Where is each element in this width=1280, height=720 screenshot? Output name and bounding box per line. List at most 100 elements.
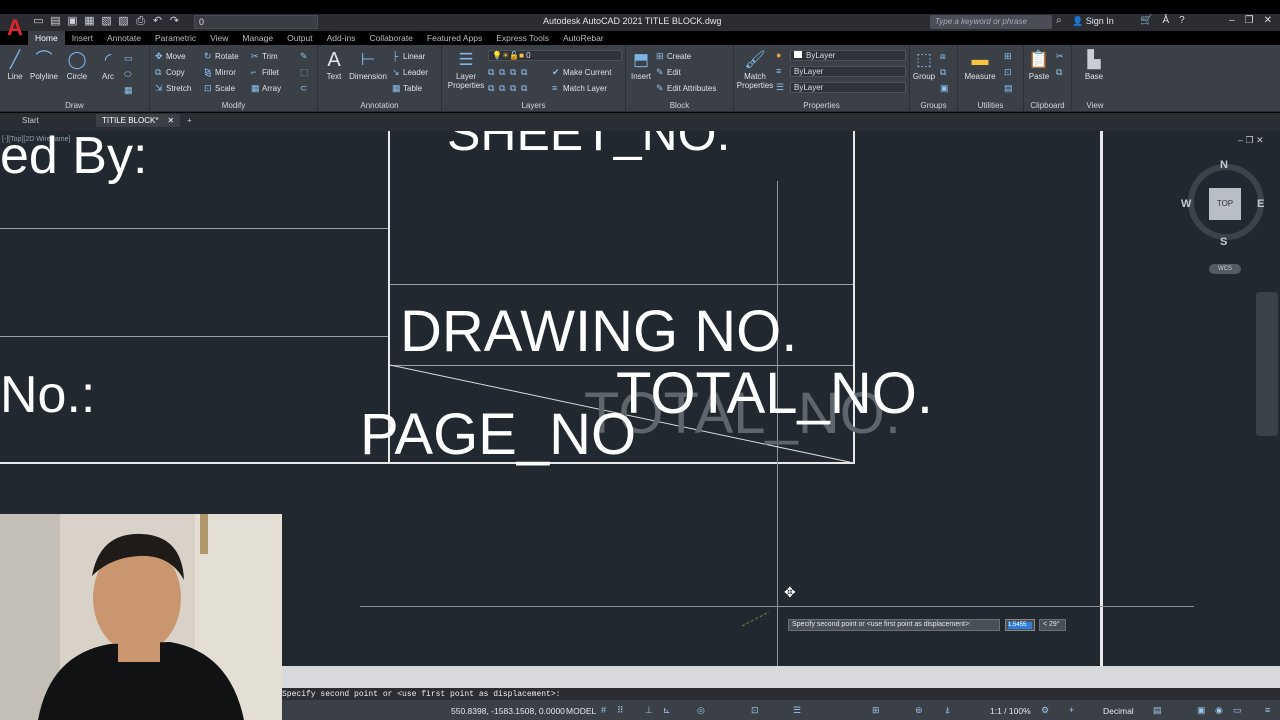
leader-tool[interactable]: ↘ Leader (392, 67, 428, 78)
hardware-acceleration-icon[interactable]: ◉ (1215, 705, 1223, 716)
groups-panel-title[interactable]: Groups (910, 101, 957, 110)
wcs-dropdown[interactable]: WCS (1209, 264, 1241, 274)
quick-properties-icon[interactable]: ▤ (1153, 705, 1162, 716)
viewcube-west[interactable]: W (1181, 198, 1191, 210)
restore-icon[interactable]: ❐ (1245, 15, 1254, 26)
snap-icon[interactable]: ⠿ (617, 705, 624, 716)
base-view-tool[interactable]: ▙ Base (1078, 50, 1110, 81)
modify-panel-title[interactable]: Modify (150, 101, 317, 110)
offset-icon[interactable]: ⊂ (300, 83, 311, 94)
circle-tool[interactable]: ◯ Circle (64, 50, 90, 81)
annotation-panel-title[interactable]: Annotation (318, 101, 441, 110)
save-as-icon[interactable]: ▦ (83, 15, 96, 28)
plot-icon[interactable]: ⎙ (134, 15, 147, 28)
qat-layer-dropdown[interactable]: 0 (194, 15, 318, 29)
search-icon[interactable]: ⌕ (1056, 15, 1062, 26)
dynamic-input-distance[interactable]: 1.5455 (1005, 619, 1035, 631)
copy-clip-icon[interactable]: ⧉ (1056, 67, 1067, 78)
explode-icon[interactable]: ⬚ (300, 67, 311, 78)
save-icon[interactable]: ▣ (66, 15, 79, 28)
tab-autorebar[interactable]: AutoRebar (556, 31, 611, 45)
clipboard-panel-title[interactable]: Clipboard (1024, 101, 1071, 110)
start-tab[interactable]: Start (22, 116, 39, 125)
tab-express-tools[interactable]: Express Tools (489, 31, 556, 45)
linetype-dropdown[interactable]: ByLayer (790, 66, 906, 77)
close-icon[interactable]: ✕ (1264, 15, 1272, 26)
array-tool[interactable]: ▦ Array (251, 83, 281, 94)
new-tab-button[interactable]: + (187, 116, 192, 125)
tab-output[interactable]: Output (280, 31, 320, 45)
text-tool[interactable]: A Text (322, 50, 346, 81)
search-input[interactable]: Type a keyword or phrase (930, 15, 1052, 29)
workspace-gear-icon[interactable]: ⚙ (1041, 705, 1049, 716)
tab-view[interactable]: View (203, 31, 235, 45)
tab-collaborate[interactable]: Collaborate (362, 31, 419, 45)
command-line-text[interactable]: Specify second point or <use first point… (282, 690, 560, 699)
stretch-tool[interactable]: ⇲ Stretch (155, 83, 191, 94)
selection-cycling-icon[interactable]: ⊚ (915, 705, 923, 716)
move-tool[interactable]: ✥ Move (155, 51, 186, 62)
tab-parametric[interactable]: Parametric (148, 31, 203, 45)
erase-icon[interactable]: ✎ (300, 51, 311, 62)
layer-tools-row1[interactable]: ⧉ ⧉ ⧉ ⧉ (488, 67, 532, 78)
dynamic-input-angle[interactable]: < 29° (1039, 619, 1066, 631)
paste-tool[interactable]: 📋 Paste (1026, 50, 1052, 81)
status-coordinates[interactable]: 550.8398, -1583.1508, 0.0000 (451, 706, 565, 716)
edit-block-tool[interactable]: ✎ Edit (656, 67, 681, 78)
viewport-window-controls[interactable]: ‒ ❐ ✕ (1238, 135, 1264, 146)
ungroup-icon[interactable]: ⧈ (940, 51, 951, 62)
group-select-icon[interactable]: ▣ (940, 83, 951, 94)
redo-icon[interactable]: ↷ (168, 15, 181, 28)
isodraft-icon[interactable]: ◎ (697, 705, 705, 716)
trim-tool[interactable]: ✂ Trim (251, 51, 278, 62)
viewcube-north[interactable]: N (1220, 159, 1228, 171)
make-current-tool[interactable]: ✔ Make Current (552, 67, 611, 78)
color-dropdown[interactable]: ByLayer (790, 50, 906, 61)
group-edit-icon[interactable]: ⧉ (940, 67, 951, 78)
clean-screen-icon[interactable]: ▭ (1233, 705, 1242, 716)
tab-featured-apps[interactable]: Featured Apps (420, 31, 489, 45)
utilities-panel-title[interactable]: Utilities (958, 101, 1023, 110)
ellipse-icon[interactable]: ⬭ (124, 69, 135, 80)
insert-tool[interactable]: ⬒ Insert (628, 50, 654, 81)
block-panel-title[interactable]: Block (626, 101, 733, 110)
close-tab-icon[interactable]: ✕ (167, 116, 174, 125)
annotation-scale-value[interactable]: 1:1 / 100% (990, 706, 1031, 716)
ortho-icon[interactable]: ⊥ (645, 705, 653, 716)
help-icon[interactable]: ? (1179, 15, 1185, 26)
measure-tool[interactable]: ▬ Measure (962, 50, 998, 81)
fillet-tool[interactable]: ⌐ Fillet (251, 67, 279, 77)
layer-properties-tool[interactable]: ☰ Layer Properties (446, 50, 486, 90)
calculator-icon[interactable]: ▤ (1004, 83, 1015, 94)
hatch-icon[interactable]: ▦ (124, 85, 135, 96)
lineweight-toggle-icon[interactable]: ☰ (793, 705, 801, 716)
layer-dropdown[interactable]: 💡☀🔓■ 0 (488, 50, 622, 61)
minimize-icon[interactable]: ‒ (1229, 15, 1235, 26)
autocad-logo-icon[interactable]: A (4, 14, 26, 42)
quick-calc-icon[interactable]: ⊞ (1004, 51, 1015, 62)
annotation-monitor-icon[interactable]: ⊞ (872, 705, 880, 716)
grid-icon[interactable]: # (601, 705, 606, 715)
units-dropdown[interactable]: Decimal (1103, 706, 1134, 716)
tab-annotate[interactable]: Annotate (100, 31, 148, 45)
web-save-icon[interactable]: ▧ (100, 15, 113, 28)
new-file-icon[interactable]: ▭ (32, 15, 45, 28)
rotate-tool[interactable]: ↻ Rotate (204, 51, 239, 62)
line-tool[interactable]: ╱ Line (4, 50, 26, 81)
draw-panel-title[interactable]: Draw (0, 101, 149, 110)
edit-attributes-tool[interactable]: ✎ Edit Attributes (656, 83, 716, 94)
isolate-objects-icon[interactable]: ▣ (1197, 705, 1206, 716)
osnap-icon[interactable]: ⊡ (751, 705, 759, 716)
polar-icon[interactable]: ⊾ (663, 705, 671, 716)
navigation-bar[interactable] (1256, 292, 1278, 436)
tab-home[interactable]: Home (28, 31, 65, 45)
match-layer-tool[interactable]: ≡ Match Layer (552, 83, 607, 93)
arc-tool[interactable]: ◜ Arc (96, 50, 120, 81)
drawing-tab-title-block[interactable]: TITILE BLOCK* ✕ (96, 114, 181, 127)
open-file-icon[interactable]: ▤ (49, 15, 62, 28)
properties-panel-title[interactable]: Properties (734, 101, 909, 110)
id-point-icon[interactable]: ⊡ (1004, 67, 1015, 78)
layers-panel-title[interactable]: Layers (442, 101, 625, 110)
rectangle-icon[interactable]: ▭ (124, 53, 135, 64)
create-block-tool[interactable]: ⊞ Create (656, 51, 691, 62)
